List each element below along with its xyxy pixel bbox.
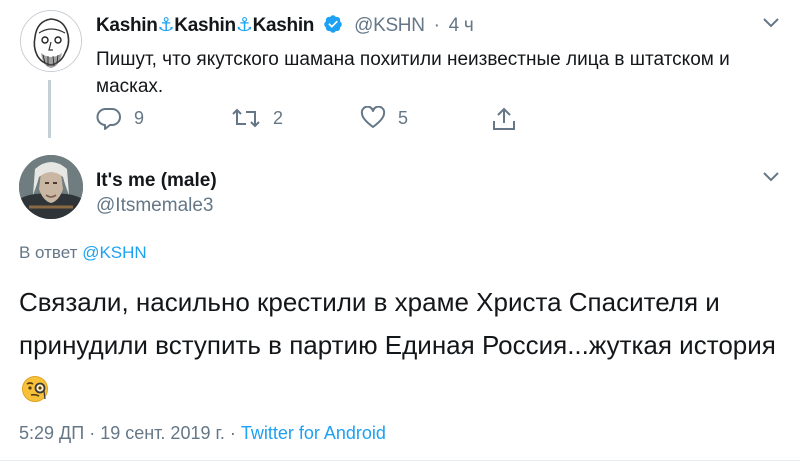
reply-icon	[96, 108, 121, 130]
chevron-down-icon[interactable]	[762, 16, 780, 34]
retweet-button[interactable]: 2	[231, 106, 283, 130]
reply-button[interactable]: 9	[96, 106, 144, 130]
like-button[interactable]: 5	[360, 106, 408, 130]
parent-tweet-actions: 9 2 5	[96, 106, 526, 134]
reply-tweet-time: 5:29 ДП	[19, 423, 85, 443]
parent-author-handle[interactable]: @KSHN	[354, 15, 425, 36]
reply-author-avatar[interactable]	[19, 155, 83, 219]
author-name-part[interactable]: Kashin	[253, 15, 315, 36]
divider	[0, 460, 800, 461]
anchor-icon: ⚓	[235, 15, 253, 36]
reply-tweet-meta: 5:29 ДП · 19 сент. 2019 г. · Twitter for…	[19, 423, 386, 444]
share-icon	[493, 107, 515, 130]
parent-author-avatar[interactable]	[20, 10, 82, 72]
parent-tweet-text: Пишут, что якутского шамана похитили неи…	[96, 49, 730, 97]
like-count: 5	[398, 107, 409, 128]
thread-connector-line	[48, 80, 51, 138]
face-with-monocle-icon	[21, 373, 49, 416]
separator-dot: ·	[433, 15, 440, 36]
reply-tweet-text: Связали, насильно крестили в храме Христ…	[19, 281, 789, 416]
anchor-icon: ⚓	[157, 15, 175, 36]
author-name-part[interactable]: Kashin	[96, 15, 158, 36]
reply-to-line: В ответ @KSHN	[19, 243, 147, 263]
parent-tweet-header: Kashin⚓Kashin⚓Kashin @KSHN · 4 ч	[96, 14, 474, 40]
reply-to-prefix: В ответ	[19, 243, 78, 262]
chevron-down-icon[interactable]	[762, 170, 780, 188]
share-button[interactable]	[491, 106, 517, 132]
reply-tweet-date: 19 сент. 2019 г.	[100, 423, 225, 443]
reply-author-name[interactable]: It's me (male)	[96, 170, 217, 192]
author-name-part[interactable]: Kashin	[174, 15, 236, 36]
parent-tweet-time[interactable]: 4 ч	[449, 15, 474, 36]
reply-author-handle[interactable]: @Itsmemale3	[96, 195, 214, 217]
reply-count: 9	[134, 107, 145, 128]
source-link[interactable]: Twitter for Android	[241, 423, 386, 443]
reply-tweet-body: Связали, насильно крестили в храме Христ…	[19, 287, 776, 360]
retweet-count: 2	[273, 107, 284, 128]
sketch-portrait-icon	[21, 11, 81, 71]
reply-to-handle-link[interactable]: @KSHN	[82, 243, 147, 262]
retweet-icon	[232, 108, 260, 128]
verified-badge-icon	[323, 14, 343, 40]
like-icon	[360, 106, 386, 128]
witcher-portrait-icon	[19, 155, 83, 219]
separator-dot: ·	[89, 423, 96, 443]
separator-dot: ·	[229, 423, 236, 443]
